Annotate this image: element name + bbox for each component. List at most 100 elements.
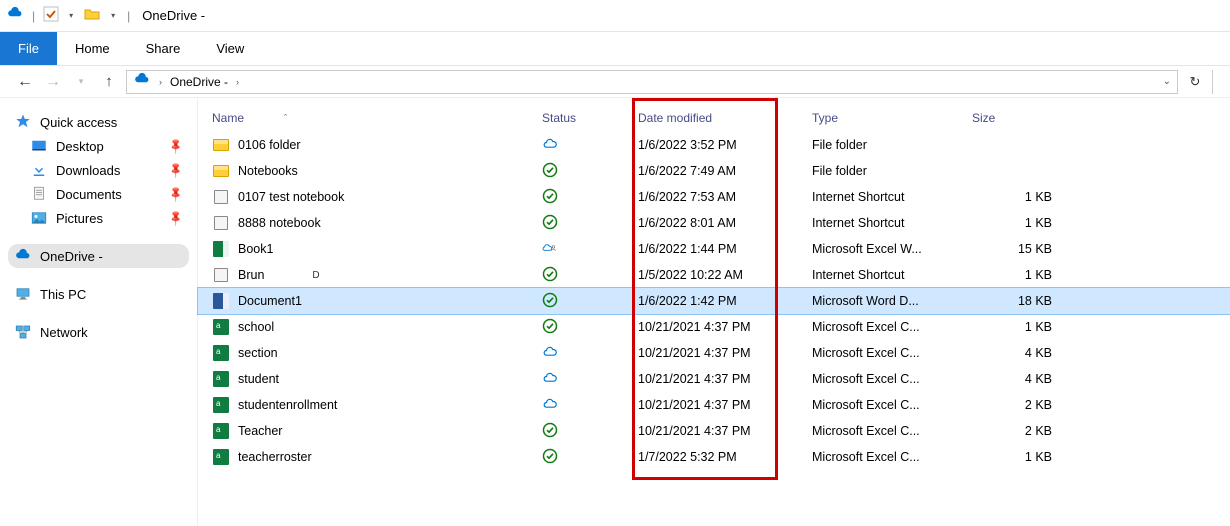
file-date: 1/6/2022 3:52 PM	[638, 138, 737, 152]
breadcrumb-dropdown-icon[interactable]: ⌄	[1163, 76, 1171, 87]
file-date: 1/6/2022 7:49 AM	[638, 164, 736, 178]
file-row[interactable]: studentenrollment 10/21/2021 4:37 PM Mic…	[198, 392, 1230, 418]
tab-share[interactable]: Share	[128, 32, 199, 65]
file-name: student	[238, 372, 279, 386]
url-icon	[212, 188, 230, 206]
network-icon	[14, 323, 32, 341]
file-type: Microsoft Excel C...	[812, 450, 920, 464]
column-size[interactable]: Size	[972, 111, 1072, 125]
forward-button[interactable]: →	[42, 73, 64, 91]
file-name: school	[238, 320, 274, 334]
tab-file[interactable]: File	[0, 32, 57, 65]
column-type[interactable]: Type	[812, 111, 972, 125]
file-row[interactable]: Notebooks 1/6/2022 7:49 AM File folder	[198, 158, 1230, 184]
file-type: File folder	[812, 164, 867, 178]
file-row[interactable]: Teacher 10/21/2021 4:37 PM Microsoft Exc…	[198, 418, 1230, 444]
excel-csv-icon	[212, 370, 230, 388]
status-icon	[542, 162, 558, 181]
breadcrumb-item[interactable]: OneDrive -	[170, 75, 228, 89]
titlebar-dropdown-icon[interactable]: ▾	[107, 11, 119, 20]
file-size: 15 KB	[1018, 242, 1052, 256]
sidebar-quick-access[interactable]: Quick access	[8, 110, 189, 134]
file-size: 1 KB	[1025, 320, 1052, 334]
column-status[interactable]: Status	[542, 111, 632, 125]
sidebar-label: This PC	[40, 287, 86, 302]
word-icon	[212, 292, 230, 310]
sidebar-label: Quick access	[40, 115, 117, 130]
titlebar: | ▾ ▾ | OneDrive -	[0, 0, 1230, 32]
file-type: Microsoft Excel C...	[812, 398, 920, 412]
separator: |	[30, 9, 37, 23]
ribbon: File Home Share View	[0, 32, 1230, 66]
status-icon	[542, 344, 558, 363]
desktop-icon	[30, 137, 48, 155]
sidebar-network[interactable]: Network	[8, 320, 189, 344]
sidebar-label: Desktop	[56, 139, 104, 154]
file-date: 1/6/2022 1:42 PM	[638, 294, 737, 308]
pin-icon: 📌	[167, 161, 186, 180]
file-date: 1/5/2022 10:22 AM	[638, 268, 743, 282]
chevron-right-icon[interactable]: ›	[159, 77, 162, 87]
status-icon	[542, 214, 558, 233]
file-row[interactable]: section 10/21/2021 4:37 PM Microsoft Exc…	[198, 340, 1230, 366]
status-icon	[542, 448, 558, 467]
file-name: Notebooks	[238, 164, 298, 178]
file-name: Book1	[238, 242, 273, 256]
file-date: 10/21/2021 4:37 PM	[638, 320, 751, 334]
file-row[interactable]: 8888 notebook 1/6/2022 8:01 AM Internet …	[198, 210, 1230, 236]
navbar: ← → ▾ ↑ › OneDrive - › ⌄ ↻	[0, 66, 1230, 98]
file-name-suffix: D	[312, 270, 319, 281]
file-row[interactable]: 0107 test notebook 1/6/2022 7:53 AM Inte…	[198, 184, 1230, 210]
back-button[interactable]: ←	[14, 73, 36, 91]
breadcrumb[interactable]: › OneDrive - › ⌄	[126, 70, 1178, 94]
file-date: 1/6/2022 7:53 AM	[638, 190, 736, 204]
file-name: section	[238, 346, 278, 360]
file-row[interactable]: student 10/21/2021 4:37 PM Microsoft Exc…	[198, 366, 1230, 392]
file-row[interactable]: 0106 folder 1/6/2022 3:52 PM File folder	[198, 132, 1230, 158]
pin-icon: 📌	[167, 209, 186, 228]
file-type: Microsoft Excel C...	[812, 346, 920, 360]
onedrive-icon	[6, 5, 24, 26]
excel-csv-icon	[212, 344, 230, 362]
search-area[interactable]	[1212, 70, 1222, 94]
file-size: 4 KB	[1025, 372, 1052, 386]
status-icon	[542, 318, 558, 337]
file-name: teacherroster	[238, 450, 312, 464]
file-date: 1/7/2022 5:32 PM	[638, 450, 737, 464]
chevron-right-icon[interactable]: ›	[236, 77, 239, 87]
sidebar-label: Downloads	[56, 163, 120, 178]
qat-dropdown-icon[interactable]: ▾	[65, 11, 77, 20]
file-name: Document1	[238, 294, 302, 308]
excel-csv-icon	[212, 422, 230, 440]
pin-icon: 📌	[167, 185, 186, 204]
file-size: 1 KB	[1025, 450, 1052, 464]
column-date-modified[interactable]: Date modified	[632, 111, 812, 125]
file-type: Microsoft Excel W...	[812, 242, 922, 256]
tab-view[interactable]: View	[198, 32, 262, 65]
sidebar-thispc[interactable]: This PC	[8, 282, 189, 306]
pin-icon: 📌	[167, 137, 186, 156]
recent-dropdown[interactable]: ▾	[70, 76, 92, 87]
file-size: 1 KB	[1025, 268, 1052, 282]
sidebar-onedrive[interactable]: OneDrive -	[8, 244, 189, 268]
sidebar-desktop[interactable]: Desktop 📌	[8, 134, 189, 158]
file-row[interactable]: Brun D 1/5/2022 10:22 AM Internet Shortc…	[198, 262, 1230, 288]
sidebar-label: Network	[40, 325, 88, 340]
tab-home[interactable]: Home	[57, 32, 128, 65]
sidebar-pictures[interactable]: Pictures 📌	[8, 206, 189, 230]
refresh-button[interactable]: ↻	[1184, 74, 1206, 90]
status-icon	[542, 370, 558, 389]
sidebar-documents[interactable]: Documents 📌	[8, 182, 189, 206]
cloud-icon	[14, 247, 32, 265]
file-row[interactable]: school 10/21/2021 4:37 PM Microsoft Exce…	[198, 314, 1230, 340]
qat-checkbox-icon[interactable]	[43, 6, 59, 25]
file-date: 10/21/2021 4:37 PM	[638, 346, 751, 360]
file-row[interactable]: teacherroster 1/7/2022 5:32 PM Microsoft…	[198, 444, 1230, 470]
file-type: Microsoft Word D...	[812, 294, 919, 308]
documents-icon	[30, 185, 48, 203]
file-row[interactable]: Book1 1/6/2022 1:44 PM Microsoft Excel W…	[198, 236, 1230, 262]
file-row[interactable]: Document1 1/6/2022 1:42 PM Microsoft Wor…	[198, 288, 1230, 314]
column-name[interactable]: Name ˆ	[212, 111, 542, 125]
sidebar-downloads[interactable]: Downloads 📌	[8, 158, 189, 182]
up-button[interactable]: ↑	[98, 73, 120, 90]
